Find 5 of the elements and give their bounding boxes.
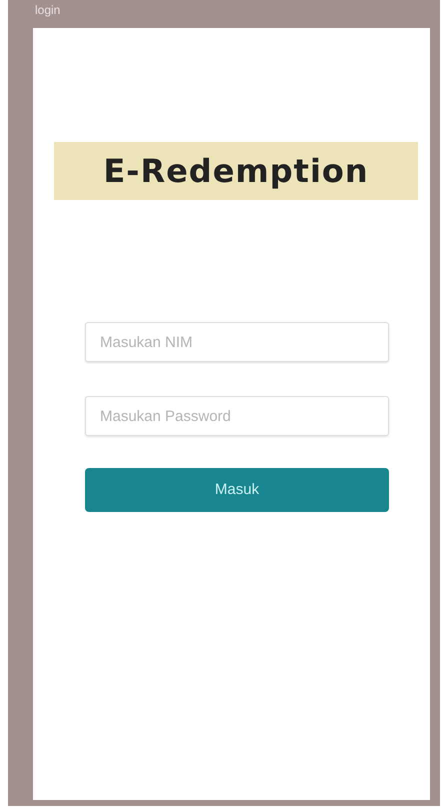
app-title: E-Redemption [103, 151, 369, 192]
nim-field[interactable]: Masukan NIM [85, 322, 389, 362]
login-button[interactable]: Masuk [85, 468, 389, 512]
window-title: login [35, 3, 60, 17]
password-field[interactable]: Masukan Password [85, 396, 389, 436]
